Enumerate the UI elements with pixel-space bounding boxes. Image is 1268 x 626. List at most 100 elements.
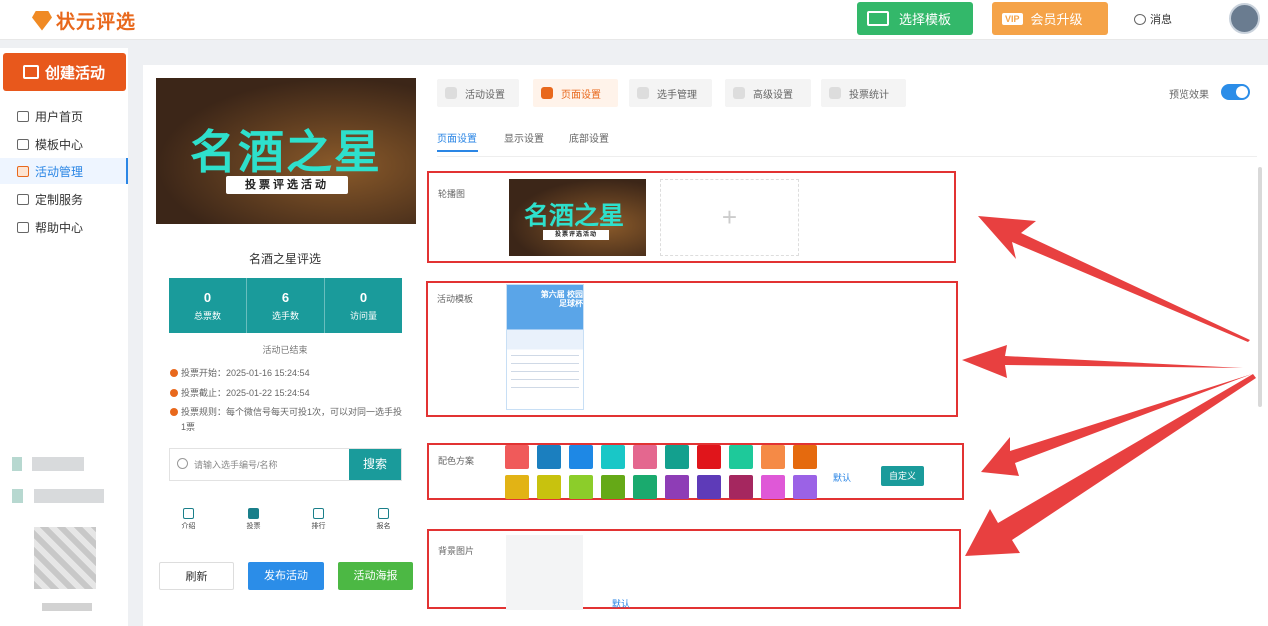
search-button[interactable]: 搜索 — [349, 449, 401, 480]
sidebar-item-home[interactable]: 用户首页 — [0, 103, 128, 129]
stat-visits: 0 访问量 — [325, 278, 402, 333]
color-swatch[interactable] — [761, 445, 785, 469]
preview-tab-bar: 介绍 投票 排行 报名 — [156, 508, 416, 544]
create-activity-label: 创建活动 — [45, 64, 106, 82]
color-swatch[interactable] — [665, 445, 689, 469]
color-swatch[interactable] — [601, 445, 625, 469]
color-swatch[interactable] — [633, 475, 657, 499]
color-swatch[interactable] — [793, 445, 817, 469]
choose-template-button[interactable]: 选择模板 — [857, 2, 973, 35]
color-swatch[interactable] — [697, 445, 721, 469]
stat-value: 0 — [203, 289, 212, 305]
stat-contestants: 6 选手数 — [247, 278, 325, 333]
color-swatch[interactable] — [697, 475, 721, 499]
color-swatch[interactable] — [601, 475, 625, 499]
tab-intro[interactable]: 介绍 — [156, 508, 221, 544]
vote-rule-info: 投票规则：每个微信号每天可投1次，可以对同一选手投1票 — [170, 405, 402, 435]
background-section: 背景图片 默认 — [427, 529, 961, 610]
qr-code — [34, 527, 96, 589]
avatar[interactable] — [1229, 3, 1260, 34]
carousel-section: 轮播图 名酒之星 投票评选活动 + — [427, 171, 956, 263]
template-section: 活动模板 第六届 校园足球杯 — [426, 281, 958, 417]
color-swatch[interactable] — [505, 475, 529, 499]
activity-status: 活动已结束 — [262, 345, 308, 355]
info-dot-icon — [170, 408, 178, 416]
toggle-knob — [1236, 86, 1248, 98]
sidebar-item-label: 模板中心 — [35, 137, 84, 152]
phone-preview: 名酒之星 投票评选活动 名酒之星评选 0 总票数 6 选手数 0 访问量 活动已… — [156, 78, 416, 548]
search-input[interactable]: 请输入选手编号/名称 — [194, 458, 278, 471]
color-swatch[interactable] — [729, 445, 753, 469]
vote-start-info: 投票开始：2025-01-16 15:24:54 — [170, 366, 402, 381]
background-thumbnail[interactable] — [506, 535, 583, 610]
template-thumbnail[interactable]: 第六届 校园足球杯 — [506, 284, 584, 410]
tab-activity-settings[interactable]: 活动设置 — [437, 79, 519, 107]
subtab-display-settings[interactable]: 显示设置 — [504, 130, 544, 145]
color-swatch[interactable] — [761, 475, 785, 499]
vip-badge: VIP — [1002, 12, 1023, 25]
default-color-link[interactable]: 默认 — [833, 471, 851, 484]
template-label: 活动模板 — [437, 294, 474, 304]
banner-image: 名酒之星 投票评选活动 — [156, 78, 416, 224]
stat-value: 6 — [281, 289, 290, 305]
preview-toggle[interactable] — [1221, 84, 1250, 100]
custom-color-button[interactable]: 自定义 — [881, 466, 924, 486]
publish-button[interactable]: 发布活动 — [248, 562, 324, 590]
poster-button[interactable]: 活动海报 — [338, 562, 413, 590]
tab-contestant-management[interactable]: 选手管理 — [629, 79, 712, 107]
carousel-image[interactable]: 名酒之星 投票评选活动 — [509, 179, 646, 256]
tab-label: 排行 — [311, 523, 326, 530]
sidebar-item-custom-service[interactable]: 定制服务 — [0, 186, 128, 212]
tab-ranking[interactable]: 排行 — [286, 508, 351, 544]
messages-link[interactable]: 消息 — [1134, 11, 1172, 27]
color-swatch[interactable] — [793, 475, 817, 499]
color-swatch[interactable] — [537, 445, 561, 469]
gear-icon — [733, 87, 745, 99]
subtab-footer-settings[interactable]: 底部设置 — [569, 130, 609, 145]
color-swatch[interactable] — [505, 445, 529, 469]
info-dot-icon — [170, 369, 178, 377]
color-swatch[interactable] — [569, 475, 593, 499]
sidebar-item-activity-management[interactable]: 活动管理 — [0, 158, 128, 184]
sidebar-item-help[interactable]: 帮助中心 — [0, 214, 128, 240]
tab-page-settings[interactable]: 页面设置 — [533, 79, 618, 107]
carousel-image-subtitle: 投票评选活动 — [543, 230, 609, 240]
plus-icon: + — [721, 202, 738, 232]
signup-icon — [378, 508, 389, 519]
activity-title: 名酒之星评选 — [248, 252, 321, 266]
blurred-contact — [12, 489, 104, 503]
scrollbar[interactable] — [1258, 167, 1262, 407]
subtab-page-settings[interactable]: 页面设置 — [437, 130, 477, 145]
color-swatch[interactable] — [569, 445, 593, 469]
default-background-link[interactable]: 默认 — [612, 597, 630, 610]
tab-advanced-settings[interactable]: 高级设置 — [725, 79, 811, 107]
tab-vote-statistics[interactable]: 投票统计 — [821, 79, 906, 107]
info-dot-icon — [170, 389, 178, 397]
stat-value: 0 — [359, 289, 368, 305]
banner-title: 名酒之星 — [190, 126, 382, 178]
preview-card: 名酒之星评选 0 总票数 6 选手数 0 访问量 活动已结束 投票开始：2025… — [161, 230, 409, 500]
banner-subtitle: 投票评选活动 — [226, 176, 348, 194]
stats-icon — [829, 87, 841, 99]
refresh-button[interactable]: 刷新 — [159, 562, 234, 590]
blurred-contact — [12, 457, 84, 471]
color-swatch[interactable] — [665, 475, 689, 499]
color-swatch[interactable] — [537, 475, 561, 499]
color-swatch[interactable] — [633, 445, 657, 469]
ranking-icon — [313, 508, 324, 519]
divider — [437, 156, 1257, 157]
vote-start-text: 投票开始：2025-01-16 15:24:54 — [181, 368, 310, 378]
logo[interactable]: 状元评选 — [32, 7, 136, 34]
stat-label: 选手数 — [271, 310, 299, 321]
ticket-icon — [17, 165, 29, 177]
tab-label: 页面设置 — [561, 89, 601, 101]
carousel-image-title: 名酒之星 — [524, 202, 625, 230]
color-swatch[interactable] — [729, 475, 753, 499]
tab-vote[interactable]: 投票 — [221, 508, 286, 544]
create-activity-button[interactable]: 创建活动 — [3, 53, 126, 91]
sidebar-item-templates[interactable]: 模板中心 — [0, 131, 128, 157]
tab-signup[interactable]: 报名 — [351, 508, 416, 544]
add-image-button[interactable]: + — [660, 179, 799, 256]
background-label: 背景图片 — [438, 546, 475, 556]
vip-upgrade-button[interactable]: VIP 会员升级 — [992, 2, 1108, 35]
